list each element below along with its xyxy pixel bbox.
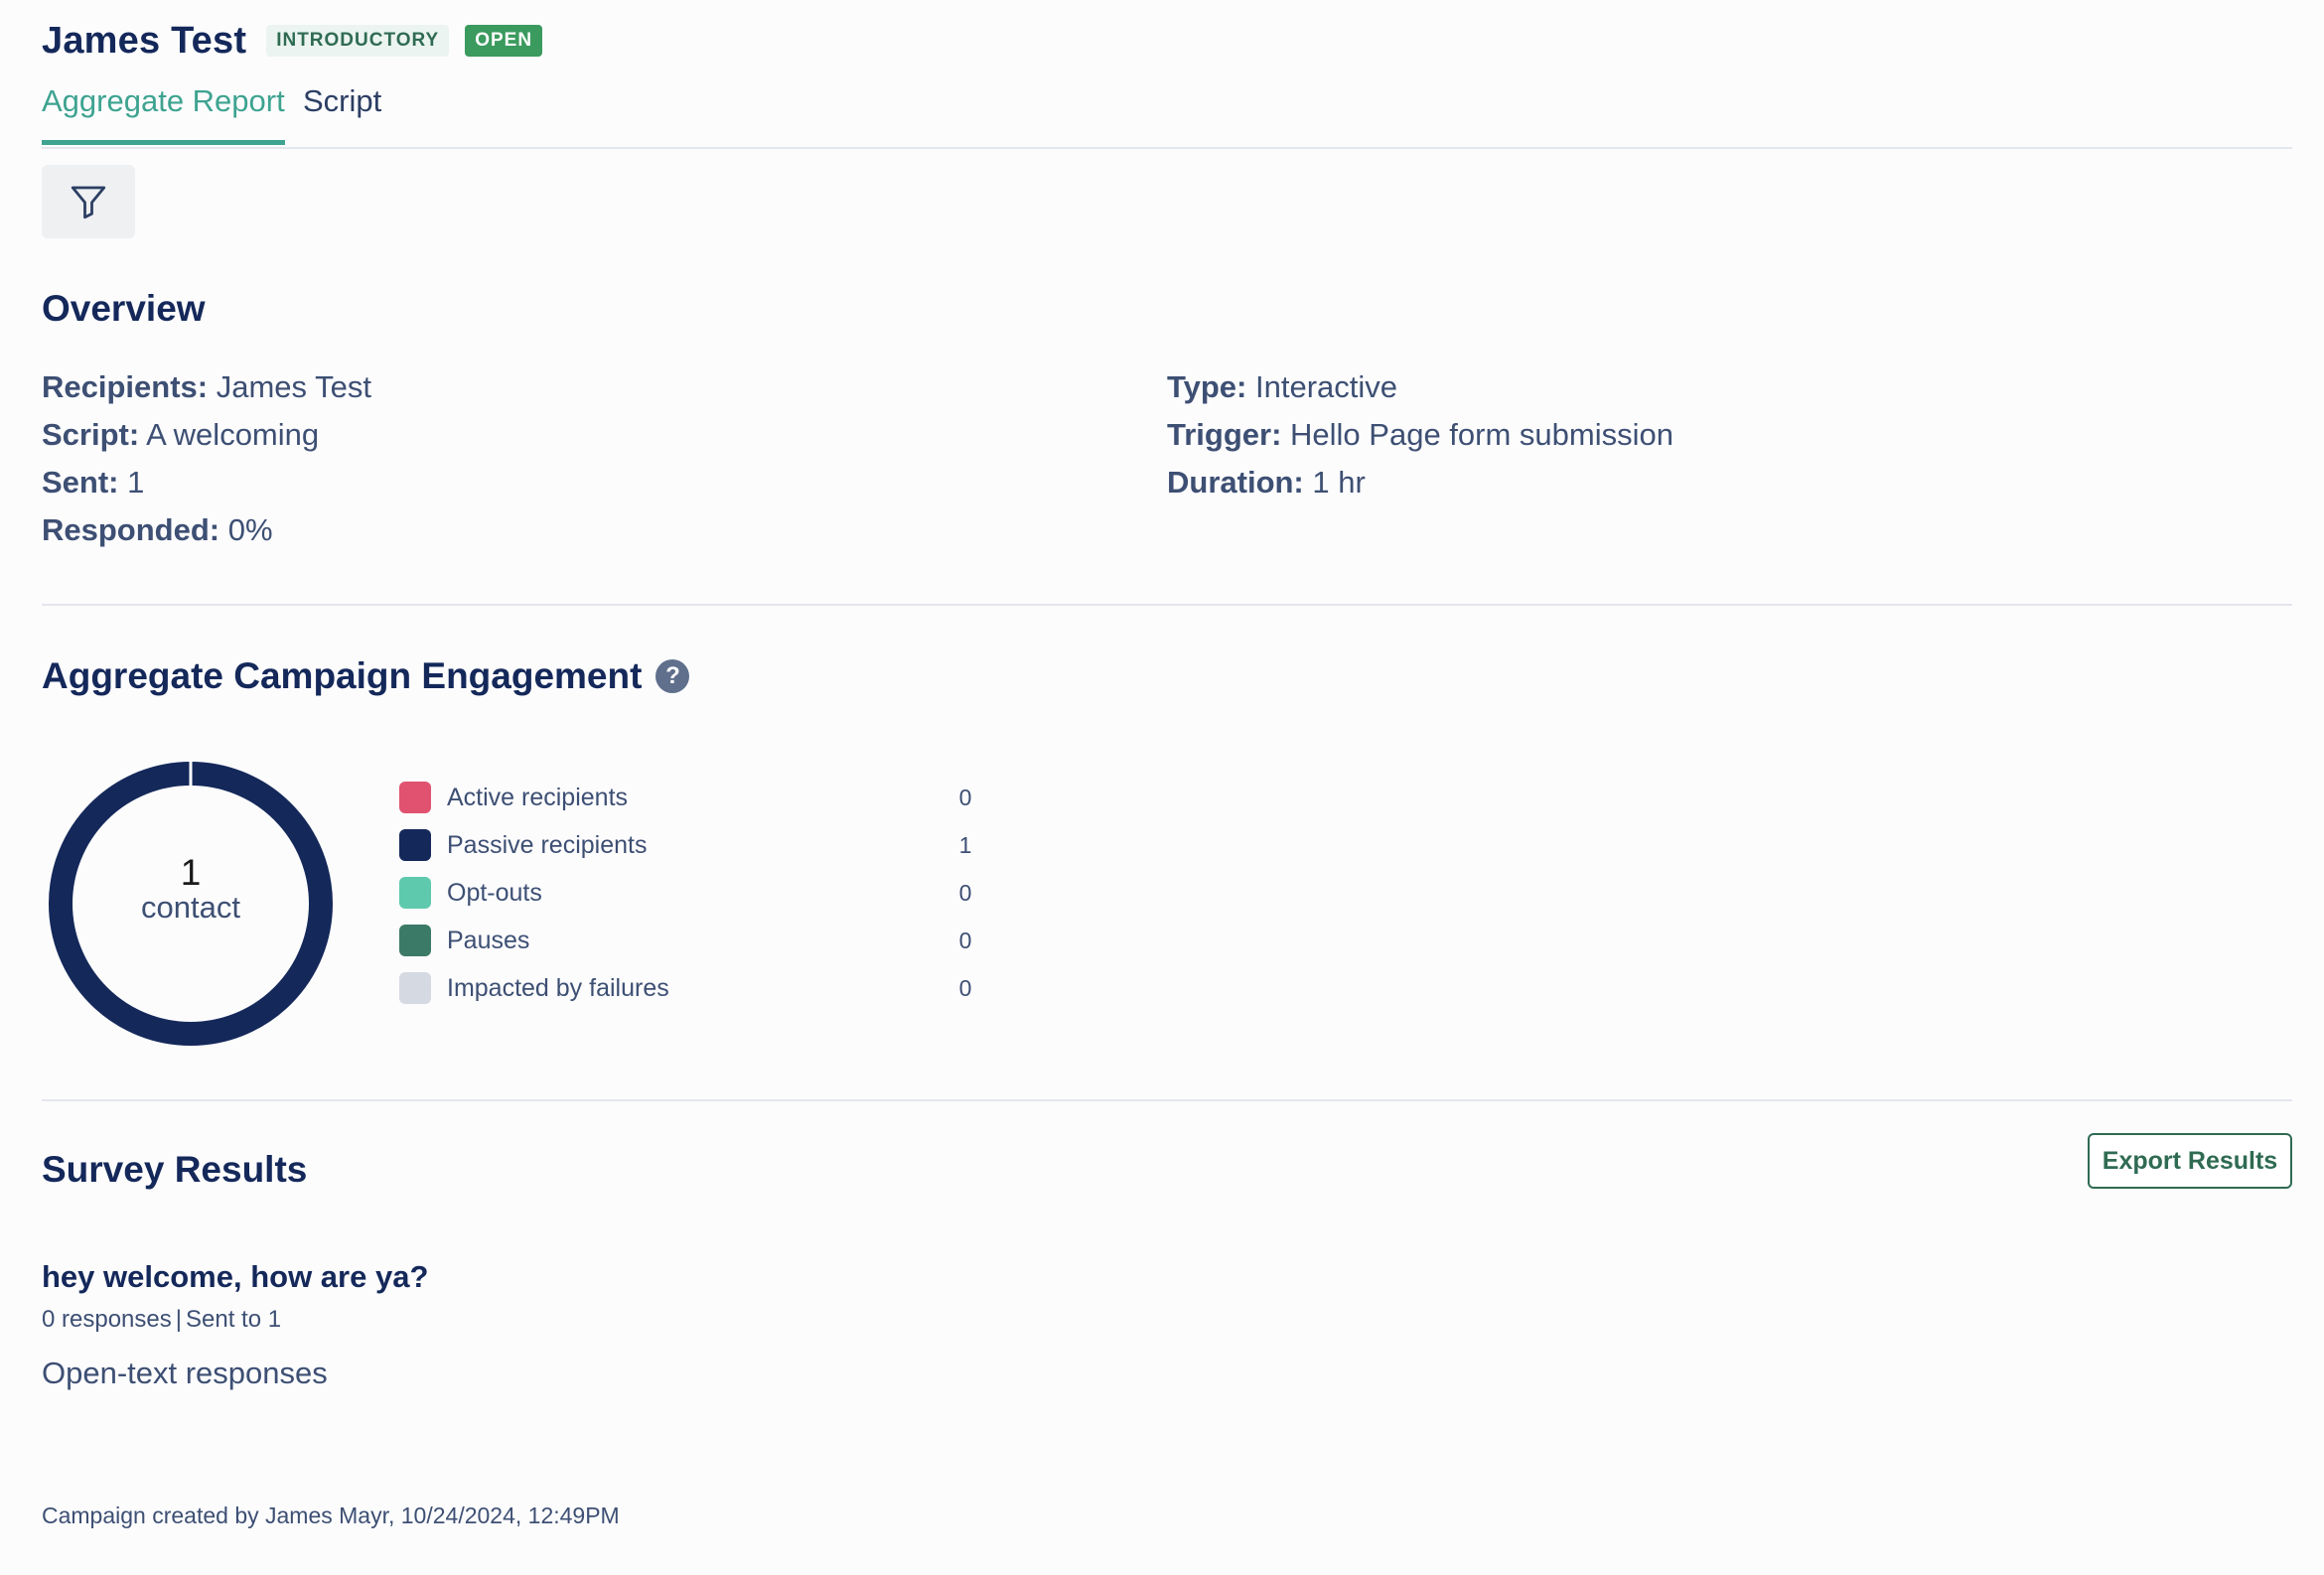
legend-swatch <box>399 829 431 861</box>
responded-label: Responded: <box>42 512 220 547</box>
filter-icon <box>71 186 106 219</box>
introductory-badge: INTRODUCTORY <box>266 25 450 57</box>
legend-label: Pauses <box>447 926 530 954</box>
tab-bar: Aggregate Report Script <box>42 77 2292 149</box>
legend-label: Passive recipients <box>447 830 648 859</box>
engagement-divider <box>42 1099 2292 1101</box>
trigger-value: Hello Page form submission <box>1290 417 1673 452</box>
recipients-label: Recipients: <box>42 369 209 404</box>
campaign-created-footer: Campaign created by James Mayr, 10/24/20… <box>42 1503 620 1528</box>
export-results-button[interactable]: Export Results <box>2088 1133 2292 1189</box>
donut-total-count: 1 <box>180 852 202 893</box>
legend-swatch <box>399 972 431 1004</box>
status-badge-open: OPEN <box>465 25 543 57</box>
tab-script[interactable]: Script <box>303 77 381 145</box>
sent-label: Sent: <box>42 465 119 500</box>
legend-label: Impacted by failures <box>447 973 669 1002</box>
duration-label: Duration: <box>1167 465 1304 500</box>
legend-swatch <box>399 877 431 909</box>
legend-swatch <box>399 782 431 813</box>
type-value: Interactive <box>1255 369 1398 404</box>
responded-value: 0% <box>227 512 273 547</box>
legend-item-opt-outs: Opt-outs 0 <box>399 873 995 913</box>
campaign-header: James Test INTRODUCTORY OPEN <box>42 14 543 68</box>
trigger-field: Trigger: Hello Page form submission <box>1167 417 1673 453</box>
sent-count: Sent to 1 <box>185 1306 282 1333</box>
legend-item-passive-recipients: Passive recipients 1 <box>399 825 995 865</box>
legend-swatch <box>399 925 431 956</box>
legend-value: 0 <box>958 784 972 810</box>
response-count: 0 responses <box>42 1306 172 1333</box>
donut-total-unit: contact <box>141 890 240 925</box>
duration-value: 1 hr <box>1312 465 1366 500</box>
legend-value: 0 <box>958 879 972 906</box>
overview-title: Overview <box>42 288 206 329</box>
question-circle-icon[interactable]: ? <box>655 659 690 693</box>
script-value: A welcoming <box>146 417 320 452</box>
sent-field: Sent: 1 <box>42 465 144 501</box>
responded-field: Responded: 0% <box>42 512 273 548</box>
legend-value: 1 <box>958 831 972 858</box>
engagement-title-text: Aggregate Campaign Engagement <box>42 655 643 696</box>
legend-item-active-recipients: Active recipients 0 <box>399 778 995 817</box>
recipients-field: Recipients: James Test <box>42 369 371 405</box>
type-field: Type: Interactive <box>1167 369 1397 405</box>
legend-value: 0 <box>958 927 972 953</box>
type-label: Type: <box>1167 369 1247 404</box>
duration-field: Duration: 1 hr <box>1167 465 1366 501</box>
open-text-responses-label: Open-text responses <box>42 1356 328 1390</box>
campaign-title: James Test <box>42 19 247 62</box>
survey-question: hey welcome, how are ya? <box>42 1259 429 1294</box>
engagement-title: Aggregate Campaign Engagement ? <box>42 655 690 697</box>
aggregate-report-page: James Test INTRODUCTORY OPEN Aggregate R… <box>42 0 2292 1575</box>
script-label: Script: <box>42 417 140 452</box>
legend-label: Active recipients <box>447 783 629 811</box>
script-field: Script: A welcoming <box>42 417 319 453</box>
overview-divider <box>42 604 2292 606</box>
survey-results-title: Survey Results <box>42 1149 308 1190</box>
legend-value: 0 <box>958 974 972 1001</box>
legend-item-impacted-by-failures: Impacted by failures 0 <box>399 968 995 1008</box>
trigger-label: Trigger: <box>1167 417 1282 452</box>
filter-button[interactable] <box>42 165 135 238</box>
meta-separator: | <box>175 1306 182 1333</box>
legend-label: Opt-outs <box>447 878 542 907</box>
sent-value: 1 <box>127 465 145 500</box>
question-meta: 0 responses | Sent to 1 <box>42 1306 281 1334</box>
tab-aggregate-report[interactable]: Aggregate Report <box>42 77 285 145</box>
recipients-value: James Test <box>216 369 371 404</box>
legend-item-pauses: Pauses 0 <box>399 921 995 960</box>
